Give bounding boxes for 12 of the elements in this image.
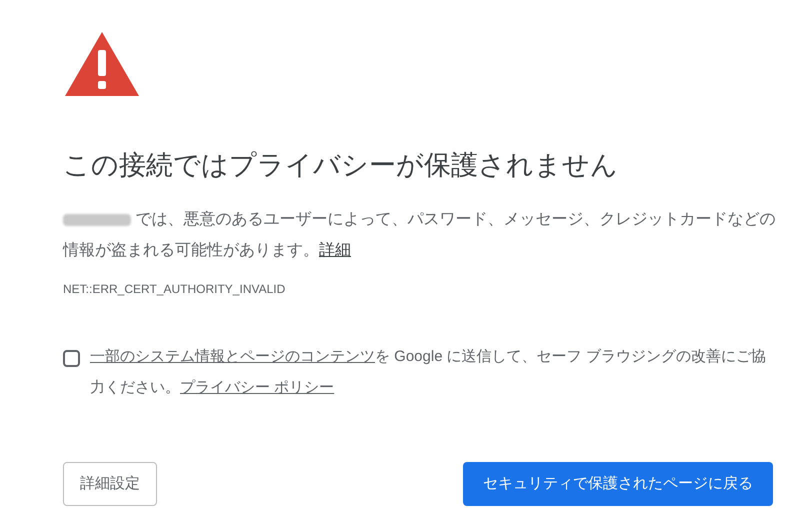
warning-icon (63, 30, 141, 98)
checkbox[interactable] (63, 350, 80, 367)
back-to-safety-button[interactable]: セキュリティで保護されたページに戻る (463, 462, 773, 506)
warning-message: では、悪意のあるユーザーによって、パスワード、メッセージ、クレジットカードなどの情報が盗まれる可能性があります。詳細 (63, 210, 776, 261)
system-info-link[interactable]: 一部のシステム情報とページのコンテンツ (90, 348, 375, 365)
advanced-button[interactable]: 詳細設定 (63, 462, 157, 506)
details-link[interactable]: 詳細 (319, 242, 351, 259)
page-title: この接続ではプライバシーが保護されません (63, 149, 619, 182)
privacy-policy-link[interactable]: プライバシー ポリシー (180, 379, 334, 396)
error-code: NET::ERR_CERT_AUTHORITY_INVALID (63, 281, 286, 298)
opt-in-text: 一部のシステム情報とページのコンテンツを Google に送信して、セーフ ブラウジングの改善にご協力ください。プライバシー ポリシー (90, 347, 767, 398)
redacted-host (63, 214, 131, 226)
